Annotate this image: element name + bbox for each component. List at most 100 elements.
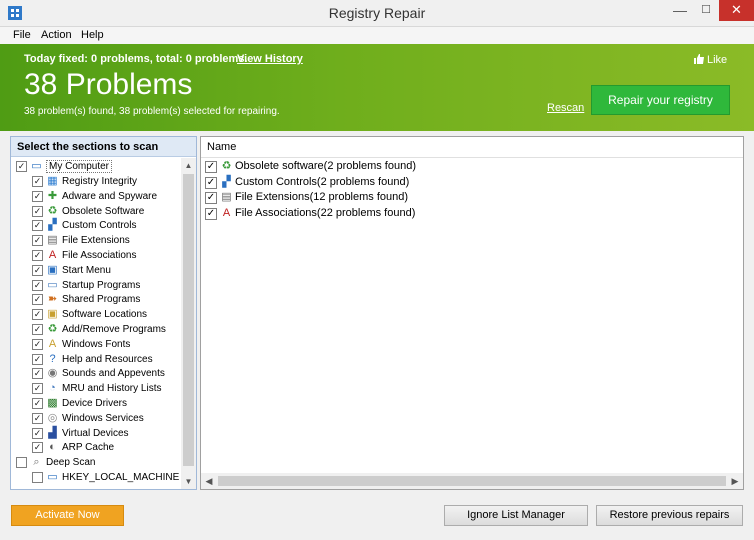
checkbox[interactable]: ✓ (32, 176, 43, 187)
results-h-scrollbar[interactable]: ◀ ▶ (201, 473, 743, 489)
checkbox[interactable] (32, 472, 43, 483)
magnifier-icon: ⌕ (33, 456, 40, 469)
checkbox[interactable]: ✓ (205, 207, 217, 220)
view-history-link[interactable]: View History (237, 53, 303, 65)
checkbox[interactable]: ✓ (32, 220, 43, 232)
checkbox[interactable]: ✓ (205, 161, 217, 173)
tree-item[interactable]: ✓ ◔ MRU and History Lists (32, 382, 180, 396)
thumbs-up-icon (694, 54, 704, 64)
sections-scrollbar[interactable]: ▲ ▼ (181, 158, 196, 489)
checkbox[interactable]: ✓ (32, 294, 43, 306)
tree-item[interactable]: ✓ ▤ File Extensions (32, 234, 180, 248)
tree-item[interactable]: ✓ ✚ Adware and Spyware (32, 190, 180, 204)
results-panel: Name ✓ ♻ Obsolete software(2 problems foun… (200, 136, 744, 490)
today-summary: Today fixed: 0 problems, total: 0 proble… (24, 53, 248, 65)
tree-item[interactable]: ✓ ▭ Startup Programs (32, 279, 180, 293)
tree-item-label: File Extensions (62, 235, 130, 247)
minimize-button[interactable]: — (667, 0, 693, 21)
h-scroll-thumb[interactable] (218, 476, 726, 486)
font-a-icon: A (222, 206, 231, 219)
tree-item[interactable]: ✓ ◐ ARP Cache (32, 441, 180, 455)
checkbox[interactable]: ✓ (32, 309, 43, 321)
hkey-label: HKEY_LOCAL_MACHINE (62, 472, 180, 483)
tree-hkey-local-machine[interactable]: ▭ HKEY_LOCAL_MACHINE (32, 471, 180, 485)
menu-help[interactable]: Help (81, 29, 104, 41)
tree-item-label: Custom Controls (62, 220, 137, 232)
trash-icon: ♻ (47, 204, 58, 217)
tree-item[interactable]: ✓ ◉ Sounds and Appevents (32, 367, 180, 381)
scroll-right-icon[interactable]: ▶ (727, 473, 743, 489)
device-icon: ▟ (48, 426, 57, 439)
tree-deep-scan[interactable]: ⌕ Deep Scan (16, 456, 176, 470)
tree-item[interactable]: ✓ ▩ Device Drivers (32, 397, 180, 411)
tree-item[interactable]: ✓ ▣ Software Locations (32, 308, 180, 322)
share-icon: ➽ (47, 293, 58, 306)
window-title: Registry Repair (328, 5, 426, 21)
like-button[interactable]: Like (694, 53, 727, 66)
checkbox[interactable]: ✓ (32, 353, 43, 365)
tree-item[interactable]: ✓ A Windows Fonts (32, 338, 180, 352)
tree-item[interactable]: ✓ ▟ Virtual Devices (32, 427, 180, 441)
checkbox[interactable]: ✓ (32, 412, 43, 424)
sound-icon: ◉ (47, 367, 58, 380)
checkbox[interactable]: ✓ (32, 235, 43, 247)
tree-item[interactable]: ✓ ▞ Custom Controls (32, 219, 180, 233)
scroll-thumb[interactable] (183, 174, 194, 466)
checkbox[interactable]: ✓ (32, 250, 43, 261)
result-row[interactable]: ✓ ▞ Custom Controls(2 problems found) (205, 176, 605, 191)
scroll-down-icon[interactable]: ▼ (181, 474, 196, 489)
tree-item-label: Software Locations (62, 309, 148, 321)
rescan-link[interactable]: Rescan (547, 102, 584, 114)
activate-now-button[interactable]: Activate Now (11, 505, 124, 526)
ignore-list-manager-button[interactable]: Ignore List Manager (444, 505, 588, 526)
close-button[interactable]: ✕ (719, 0, 754, 21)
restore-previous-repairs-button[interactable]: Restore previous repairs (596, 505, 743, 526)
menu-file[interactable]: File (13, 29, 31, 41)
title-bar: Registry Repair — ☐ ✕ (0, 0, 754, 27)
checkbox[interactable]: ✓ (32, 398, 43, 409)
checkbox[interactable]: ✓ (32, 338, 43, 350)
checkbox[interactable]: ✓ (16, 161, 27, 172)
checkbox[interactable] (16, 457, 27, 469)
result-row[interactable]: ✓ ▤ File Extensions(12 problems found) (205, 191, 605, 206)
checkbox[interactable]: ✓ (32, 383, 43, 395)
checkbox[interactable]: ✓ (32, 324, 43, 335)
result-row[interactable]: ✓ A File Associations(22 problems found) (205, 207, 605, 222)
result-row[interactable]: ✓ ♻ Obsolete software(2 problems found) (205, 160, 605, 175)
tree-item-label: MRU and History Lists (62, 383, 162, 395)
menu-action[interactable]: Action (41, 29, 72, 41)
tree-item[interactable]: ✓ ♻ Obsolete Software (32, 205, 180, 219)
scroll-left-icon[interactable]: ◀ (201, 473, 217, 489)
tree-item[interactable]: ✓ ◎ Windows Services (32, 412, 180, 426)
deep-scan-label: Deep Scan (46, 457, 96, 469)
checkbox[interactable]: ✓ (32, 427, 43, 439)
tree-root-my-computer[interactable]: ✓ ▭ My Computer (16, 160, 176, 174)
checkbox[interactable]: ✓ (32, 442, 43, 454)
name-column-header[interactable]: Name (201, 137, 743, 158)
checkbox[interactable]: ✓ (205, 176, 217, 189)
checkbox[interactable]: ✓ (32, 205, 43, 217)
checkbox[interactable]: ✓ (205, 192, 217, 204)
tree-item-label: Startup Programs (62, 279, 141, 291)
maximize-button[interactable]: ☐ (693, 0, 719, 21)
menu-bar: File Action Help (0, 27, 754, 44)
tree-item[interactable]: ✓ ♻ Add/Remove Programs (32, 323, 180, 337)
scroll-up-icon[interactable]: ▲ (181, 158, 196, 173)
tree-item[interactable]: ✓ ▣ Start Menu (32, 264, 180, 278)
checkbox[interactable]: ✓ (32, 279, 43, 291)
tree-item[interactable]: ✓ ▦ Registry Integrity (32, 175, 180, 189)
result-label: Custom Controls(2 problems found) (235, 175, 410, 188)
status-banner: Today fixed: 0 problems, total: 0 proble… (0, 44, 754, 131)
problems-count: 38 Problems (24, 68, 193, 101)
tree-item[interactable]: ✓ A File Associations (32, 249, 180, 263)
puzzle-icon: ✚ (47, 189, 58, 202)
tree-item[interactable]: ✓ ➽ Shared Programs (32, 293, 180, 307)
checkbox[interactable]: ✓ (32, 368, 43, 380)
like-label: Like (707, 54, 728, 66)
repair-registry-button[interactable]: Repair your registry (591, 85, 730, 115)
chip-icon: ▩ (47, 397, 58, 409)
tree-item-label: Registry Integrity (62, 176, 138, 187)
checkbox[interactable]: ✓ (32, 190, 43, 202)
checkbox[interactable]: ✓ (32, 264, 43, 276)
tree-item[interactable]: ✓? Help and Resources (32, 353, 180, 367)
